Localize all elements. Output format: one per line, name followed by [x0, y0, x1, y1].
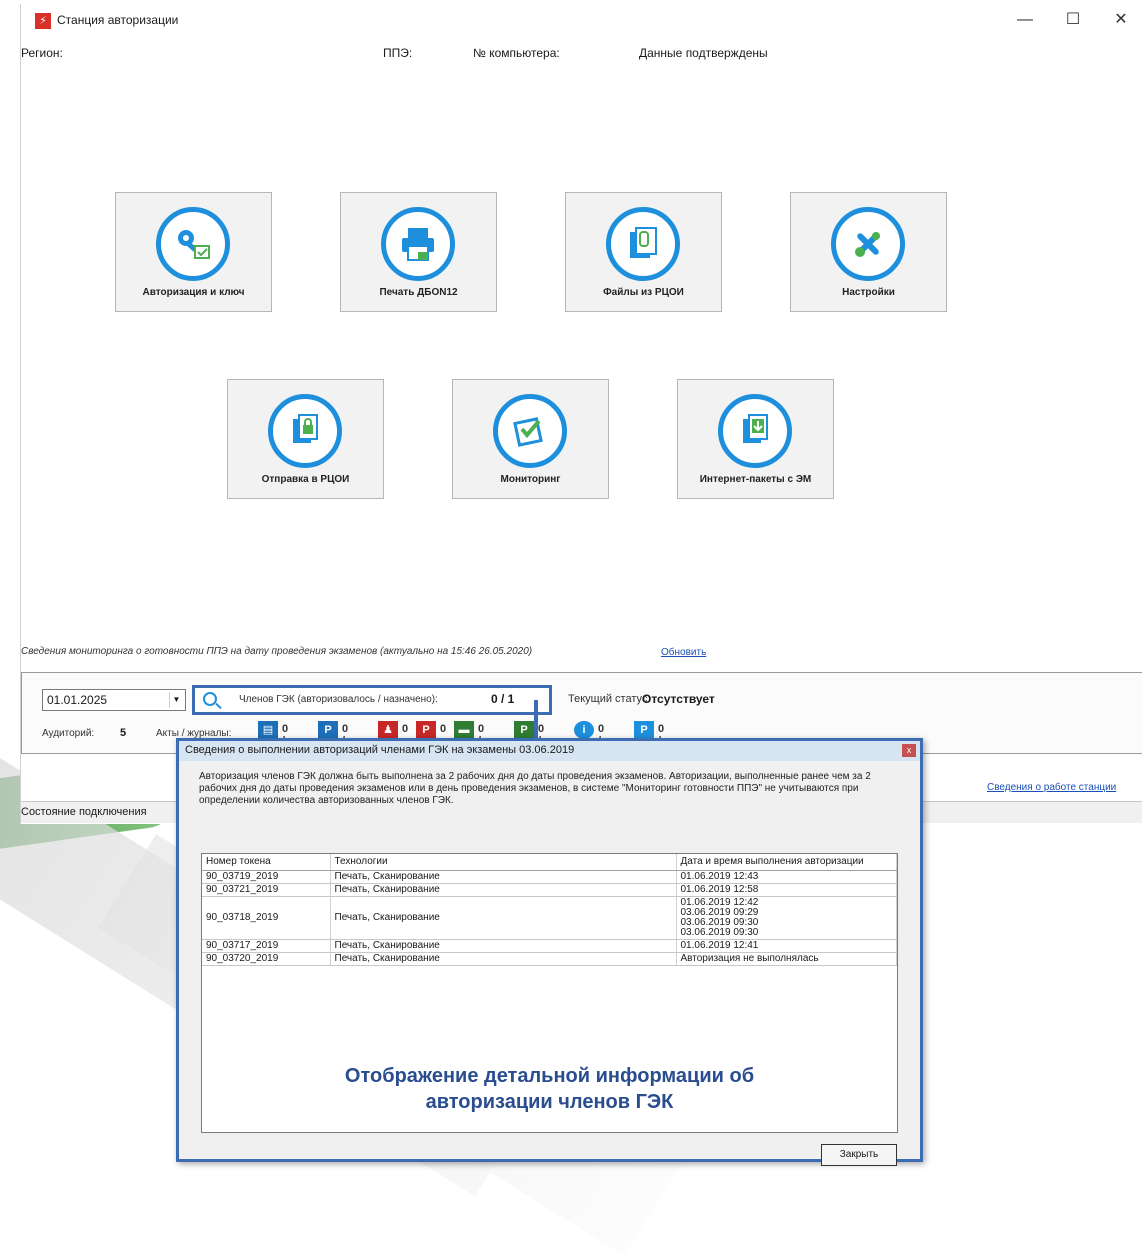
gek-members-label: Членов ГЭК (авторизовалось / назначено):	[239, 694, 438, 705]
app-icon: ⚡	[35, 13, 51, 29]
main-window: ⚡ Станция авторизации — ☐ ✕ Регион: ППЭ:…	[20, 4, 1142, 824]
table-row[interactable]: 90_03717_2019 Печать, Сканирование 01.06…	[202, 939, 897, 953]
datetime-line: 01.06.2019 12:42	[680, 896, 759, 908]
token-cell: 90_03720_2019	[202, 952, 331, 966]
search-icon[interactable]	[203, 692, 217, 706]
column-header-token[interactable]: Номер токена	[202, 854, 331, 871]
monitoring-icon	[493, 394, 567, 468]
files-icon	[606, 207, 680, 281]
p-blue-badge-icon[interactable]: P	[634, 721, 654, 739]
info-badge-icon[interactable]: i	[574, 721, 594, 739]
p-green-badge-icon[interactable]: P	[514, 721, 534, 739]
tile-send-to-rcoi[interactable]: Отправка в РЦОИ	[227, 379, 384, 499]
datetime-line: 03.06.2019 09:29	[680, 906, 759, 918]
act-count: 0	[440, 723, 447, 735]
tile-label: Интернет-пакеты с ЭМ	[699, 474, 812, 485]
title-bar: ⚡ Станция авторизации — ☐ ✕	[21, 4, 1142, 36]
column-header-technologies[interactable]: Технологии	[330, 854, 677, 871]
detail-caption: Отображение детальной информации об авто…	[201, 1063, 898, 1115]
dialog-description: Авторизация членов ГЭК должна быть выпол…	[199, 771, 871, 806]
table-row[interactable]: 90_03720_2019 Печать, Сканирование Автор…	[202, 952, 897, 966]
tech-cell: Печать, Сканирование	[330, 952, 677, 966]
datetime-line: 03.06.2019 09:30	[680, 916, 759, 928]
station-info-link[interactable]: Сведения о работе станции	[987, 782, 1116, 793]
table-row[interactable]: 90_03721_2019 Печать, Сканирование 01.06…	[202, 883, 897, 897]
computer-number-label: № компьютера:	[473, 46, 560, 60]
column-header-auth-datetime[interactable]: Дата и время выполнения авторизации	[676, 854, 897, 871]
data-confirmed-label: Данные подтверждены	[639, 46, 768, 60]
date-value: 01.01.2025	[47, 693, 108, 707]
close-button[interactable]: ✕	[1101, 8, 1141, 32]
datetime-cell: 01.06.2019 12:43	[676, 870, 897, 884]
token-cell: 90_03717_2019	[202, 939, 331, 953]
datetime-cell: 01.06.2019 12:42 03.06.2019 09:29 03.06.…	[676, 896, 897, 940]
table-row[interactable]: 90_03718_2019 Печать, Сканирование 01.06…	[202, 896, 897, 940]
maximize-button[interactable]: ☐	[1053, 8, 1093, 32]
tile-label: Настройки	[842, 287, 895, 298]
tile-label: Отправка в РЦОИ	[261, 474, 350, 485]
dialog-body: Авторизация членов ГЭК должна быть выпол…	[179, 761, 920, 1166]
send-files-icon	[268, 394, 342, 468]
dialog-title: Сведения о выполнении авторизаций членам…	[185, 744, 575, 756]
datetime-cell: 01.06.2019 12:41	[676, 939, 897, 953]
region-label: Регион:	[21, 46, 63, 60]
gek-members-count: 0 / 1	[491, 692, 515, 706]
callout-connector	[534, 700, 538, 740]
chevron-down-icon[interactable]: ▼	[169, 692, 183, 708]
person-badge-icon[interactable]: ♟	[378, 721, 398, 739]
tile-label: Файлы из РЦОИ	[603, 287, 684, 298]
table-row[interactable]: 90_03719_2019 Печать, Сканирование 01.06…	[202, 870, 897, 884]
dialog-title-bar: Сведения о выполнении авторизаций членам…	[179, 741, 920, 761]
auditoriums-value: 5	[120, 727, 127, 739]
date-select[interactable]: 01.01.2025 ▼	[42, 689, 186, 711]
current-status-value: Отсутствует	[642, 692, 715, 706]
tile-monitoring[interactable]: Мониторинг	[452, 379, 609, 499]
internet-package-icon	[718, 394, 792, 468]
token-cell: 90_03721_2019	[202, 883, 331, 897]
datetime-cell: 01.06.2019 12:58	[676, 883, 897, 897]
tile-label: Мониторинг	[500, 474, 561, 485]
connection-status-text: Состояние подключения	[21, 806, 147, 818]
window-title: Станция авторизации	[57, 13, 179, 27]
tech-cell: Печать, Сканирование	[330, 939, 677, 953]
token-cell: 90_03719_2019	[202, 870, 331, 884]
current-status-label: Текущий статус:	[568, 693, 651, 705]
tech-cell: Печать, Сканирование	[330, 896, 677, 940]
detail-caption-line-1: Отображение детальной информации об	[344, 1065, 755, 1087]
datetime-line: 03.06.2019 09:30	[680, 926, 759, 938]
auditoriums-label: Аудиторий:	[42, 728, 95, 739]
token-cell: 90_03718_2019	[202, 896, 331, 940]
tech-cell: Печать, Сканирование	[330, 883, 677, 897]
settings-tools-icon	[831, 207, 905, 281]
tile-print-dbo[interactable]: Печать ДБОN12	[340, 192, 497, 312]
ppe-label: ППЭ:	[383, 46, 413, 60]
detail-caption-line-2: авторизации членов ГЭК	[425, 1091, 674, 1113]
tile-settings[interactable]: Настройки	[790, 192, 947, 312]
tile-label: Печать ДБОN12	[379, 287, 458, 298]
tile-files-from-rcoi[interactable]: Файлы из РЦОИ	[565, 192, 722, 312]
minimize-button[interactable]: —	[1005, 8, 1045, 32]
p-red-badge-icon[interactable]: P	[416, 721, 436, 739]
key-icon	[156, 207, 230, 281]
gek-authorization-dialog: Сведения о выполнении авторизаций членам…	[176, 738, 923, 1166]
p-badge-icon[interactable]: P	[318, 721, 338, 739]
refresh-link[interactable]: Обновить	[661, 647, 706, 658]
close-dialog-button[interactable]: Закрыть	[821, 1144, 897, 1166]
printer-badge-icon[interactable]: ▤	[258, 721, 278, 739]
gek-members-box[interactable]: Членов ГЭК (авторизовалось / назначено):…	[192, 685, 552, 715]
flag-badge-icon[interactable]: ▬	[454, 721, 474, 739]
tile-internet-packages[interactable]: Интернет-пакеты с ЭМ	[677, 379, 834, 499]
tech-cell: Печать, Сканирование	[330, 870, 677, 884]
dialog-close-icon[interactable]: x	[902, 744, 916, 757]
tile-authorization-key[interactable]: Авторизация и ключ	[115, 192, 272, 312]
info-bar: Регион: ППЭ: № компьютера: Данные подтве…	[21, 44, 1142, 64]
tile-label: Авторизация и ключ	[142, 287, 245, 298]
monitoring-info-text: Сведения мониторинга о готовности ППЭ на…	[21, 646, 533, 657]
datetime-cell: Авторизация не выполнялась	[676, 952, 897, 966]
act-count: 0	[402, 723, 409, 735]
printer-icon	[381, 207, 455, 281]
